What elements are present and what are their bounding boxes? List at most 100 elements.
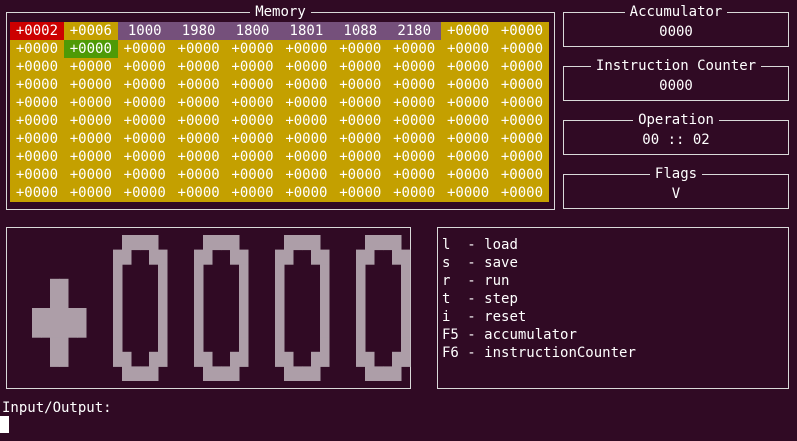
memory-cell[interactable]: +0000: [10, 148, 64, 166]
memory-cell[interactable]: +0000: [63, 94, 118, 112]
memory-cell[interactable]: +0000: [225, 58, 280, 76]
memory-cell[interactable]: +0000: [225, 184, 280, 202]
memory-cell[interactable]: +0000: [441, 40, 496, 58]
memory-cell[interactable]: +0000: [225, 112, 280, 130]
memory-cell[interactable]: +0000: [495, 58, 549, 76]
memory-cell[interactable]: +0000: [225, 76, 280, 94]
memory-cell[interactable]: +0000: [171, 58, 226, 76]
memory-cell[interactable]: +0000: [279, 112, 334, 130]
memory-cell[interactable]: +0000: [279, 148, 334, 166]
memory-cell[interactable]: +0000: [387, 166, 442, 184]
memory-cell[interactable]: +0000: [441, 112, 496, 130]
memory-cell[interactable]: +0000: [441, 22, 496, 40]
memory-cell[interactable]: +0000: [387, 148, 442, 166]
memory-cell[interactable]: +0000: [63, 130, 118, 148]
memory-cell[interactable]: +0000: [63, 112, 118, 130]
memory-cell[interactable]: +0000: [63, 40, 118, 58]
memory-cell[interactable]: +0000: [495, 148, 549, 166]
memory-cell[interactable]: +0000: [279, 184, 334, 202]
memory-cell[interactable]: +0000: [225, 148, 280, 166]
memory-cell[interactable]: +0000: [441, 76, 496, 94]
input-cursor[interactable]: [0, 416, 9, 433]
memory-cell[interactable]: +0000: [63, 76, 118, 94]
memory-cell[interactable]: +0000: [171, 184, 226, 202]
memory-cell[interactable]: +0000: [117, 40, 172, 58]
memory-cell[interactable]: +0000: [279, 40, 334, 58]
memory-cell[interactable]: +0000: [117, 130, 172, 148]
memory-cell[interactable]: +0000: [387, 130, 442, 148]
memory-cell[interactable]: +0000: [333, 40, 388, 58]
memory-cell[interactable]: +0000: [387, 184, 442, 202]
memory-cell[interactable]: 1800: [225, 22, 280, 40]
memory-cell[interactable]: +0000: [279, 58, 334, 76]
memory-cell[interactable]: +0000: [495, 166, 549, 184]
memory-cell[interactable]: +0000: [333, 112, 388, 130]
memory-cell[interactable]: 1088: [333, 22, 388, 40]
memory-cell[interactable]: +0000: [10, 184, 64, 202]
memory-cell[interactable]: +0000: [387, 94, 442, 112]
memory-cell[interactable]: +0000: [63, 166, 118, 184]
memory-cell[interactable]: +0000: [387, 58, 442, 76]
memory-cell[interactable]: +0000: [117, 112, 172, 130]
memory-cell[interactable]: +0000: [495, 40, 549, 58]
memory-cell[interactable]: +0000: [63, 58, 118, 76]
memory-cell[interactable]: +0000: [495, 184, 549, 202]
memory-cell[interactable]: +0000: [495, 112, 549, 130]
memory-cell[interactable]: +0000: [117, 58, 172, 76]
memory-cell[interactable]: +0000: [10, 166, 64, 184]
memory-cell[interactable]: +0006: [63, 22, 118, 40]
memory-cell[interactable]: +0000: [171, 76, 226, 94]
memory-cell[interactable]: +0000: [10, 94, 64, 112]
memory-cell[interactable]: +0000: [387, 40, 442, 58]
memory-cell[interactable]: +0000: [333, 130, 388, 148]
memory-cell[interactable]: +0000: [441, 94, 496, 112]
memory-cell[interactable]: +0000: [171, 112, 226, 130]
memory-cell[interactable]: +0000: [63, 184, 118, 202]
memory-cell[interactable]: +0000: [441, 148, 496, 166]
memory-cell[interactable]: +0000: [333, 166, 388, 184]
memory-cell[interactable]: +0000: [495, 22, 549, 40]
memory-cell[interactable]: +0000: [333, 148, 388, 166]
memory-cell[interactable]: +0000: [387, 112, 442, 130]
memory-cell[interactable]: +0000: [333, 94, 388, 112]
memory-cell[interactable]: +0002: [10, 22, 64, 40]
memory-cell[interactable]: +0000: [117, 76, 172, 94]
memory-cell[interactable]: +0000: [117, 94, 172, 112]
memory-cell[interactable]: +0000: [333, 184, 388, 202]
memory-cell[interactable]: +0000: [333, 76, 388, 94]
memory-cell[interactable]: 1000: [117, 22, 172, 40]
memory-cell[interactable]: +0000: [225, 130, 280, 148]
memory-cell[interactable]: +0000: [171, 166, 226, 184]
memory-cell[interactable]: +0000: [171, 40, 226, 58]
memory-cell[interactable]: +0000: [495, 94, 549, 112]
memory-cell[interactable]: +0000: [225, 94, 280, 112]
memory-cell[interactable]: 2180: [387, 22, 442, 40]
memory-cell[interactable]: +0000: [279, 94, 334, 112]
memory-cell[interactable]: +0000: [333, 58, 388, 76]
memory-cell[interactable]: 1801: [279, 22, 334, 40]
memory-cell[interactable]: +0000: [279, 130, 334, 148]
memory-cell[interactable]: +0000: [495, 130, 549, 148]
memory-cell[interactable]: +0000: [279, 76, 334, 94]
memory-cell[interactable]: +0000: [10, 130, 64, 148]
memory-cell[interactable]: +0000: [10, 40, 64, 58]
memory-cell[interactable]: +0000: [225, 40, 280, 58]
memory-cell[interactable]: +0000: [63, 148, 118, 166]
memory-cell[interactable]: +0000: [279, 166, 334, 184]
memory-cell[interactable]: +0000: [117, 184, 172, 202]
memory-cell[interactable]: +0000: [117, 166, 172, 184]
memory-cell[interactable]: +0000: [495, 76, 549, 94]
memory-cell[interactable]: +0000: [171, 94, 226, 112]
memory-cell[interactable]: +0000: [171, 130, 226, 148]
memory-cell[interactable]: +0000: [117, 148, 172, 166]
memory-cell[interactable]: +0000: [441, 166, 496, 184]
memory-cell[interactable]: +0000: [441, 130, 496, 148]
memory-cell[interactable]: +0000: [10, 76, 64, 94]
memory-cell[interactable]: +0000: [441, 184, 496, 202]
memory-cell[interactable]: +0000: [171, 148, 226, 166]
memory-cell[interactable]: +0000: [10, 58, 64, 76]
memory-cell[interactable]: +0000: [441, 58, 496, 76]
memory-cell[interactable]: +0000: [225, 166, 280, 184]
memory-cell[interactable]: +0000: [387, 76, 442, 94]
memory-cell[interactable]: +0000: [10, 112, 64, 130]
